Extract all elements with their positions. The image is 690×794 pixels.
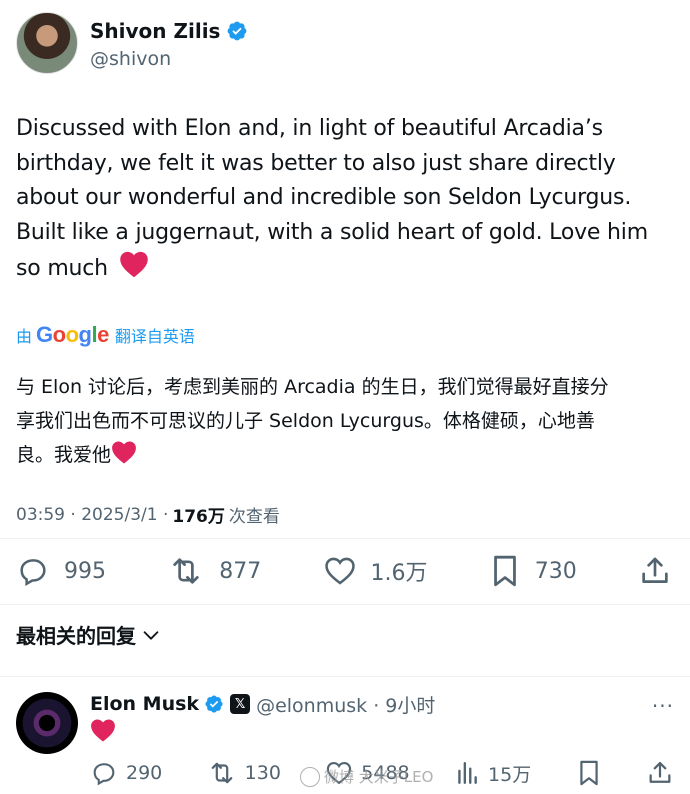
reply-header: Elon Musk 𝕏 @elonmusk · 9小时 xyxy=(90,690,435,718)
reply-author-name[interactable]: Elon Musk xyxy=(90,693,199,715)
weibo-logo-icon xyxy=(300,766,320,787)
reply-sort-label: 最相关的回复 xyxy=(16,624,136,648)
tweet-text-line: about our wonderful and incredible son S… xyxy=(16,185,632,210)
more-options-icon[interactable]: ··· xyxy=(652,694,674,718)
reply-reply-count: 290 xyxy=(126,762,163,784)
reply-views-button[interactable]: 15万 xyxy=(454,760,531,787)
share-icon xyxy=(642,557,668,583)
repost-icon xyxy=(211,762,232,784)
translated-text: 与 Elon 讨论后，考虑到美丽的 Arcadia 的生日，我们觉得最好直接分 … xyxy=(16,370,676,472)
views-label: 次查看 xyxy=(228,507,280,527)
reply-icon xyxy=(20,559,46,586)
reply-views-count: 15万 xyxy=(488,763,532,786)
translate-attribution[interactable]: 由 Google 翻译自英语 xyxy=(16,322,195,348)
author-handle[interactable]: @shivon xyxy=(90,48,248,70)
chevron-down-icon xyxy=(143,630,159,640)
share-button[interactable] xyxy=(638,554,672,588)
red-heart-emoji-icon xyxy=(119,250,149,287)
repost-button[interactable]: 877 xyxy=(167,554,261,588)
reply-icon xyxy=(93,763,115,786)
views-chart-icon xyxy=(458,762,477,784)
author-avatar[interactable] xyxy=(16,12,78,74)
red-heart-emoji-icon xyxy=(111,438,137,472)
x-affiliation-badge-icon[interactable]: 𝕏 xyxy=(230,694,251,714)
google-letter: o xyxy=(52,322,66,347)
reply-bookmark-button[interactable] xyxy=(576,759,602,787)
translated-line: 良。我爱他 xyxy=(16,444,112,466)
tweet-text-line-last: so much xyxy=(16,250,676,287)
repost-count: 877 xyxy=(219,558,262,584)
tweet-actions: 995 877 1.6万 730 xyxy=(16,546,672,596)
reply-button[interactable]: 995 xyxy=(16,554,106,588)
reply-share-button[interactable] xyxy=(646,759,674,787)
verified-badge-icon[interactable] xyxy=(204,694,224,714)
tweet-text-line: Discussed with Elon and, in light of bea… xyxy=(16,116,603,141)
reply-count: 995 xyxy=(64,558,106,584)
translated-line: 享我们出色而不可思议的儿子 Seldon Lycurgus。体格健硕，心地善 xyxy=(16,410,595,432)
translated-line: 与 Elon 讨论后，考虑到美丽的 Arcadia 的生日，我们觉得最好直接分 xyxy=(16,376,609,398)
divider xyxy=(0,676,690,677)
reply-handle-time[interactable]: @elonmusk · 9小时 xyxy=(256,691,435,718)
reply-author-avatar[interactable] xyxy=(16,692,78,754)
translate-prefix: 由 xyxy=(16,327,33,346)
like-count: 1.6万 xyxy=(370,561,428,586)
author-names: Shivon Zilis @shivon xyxy=(90,16,248,70)
tweet-text-line: Built like a juggernaut, with a solid he… xyxy=(16,219,648,245)
google-letter: e xyxy=(97,322,109,347)
reply-repost-button[interactable]: 130 xyxy=(207,759,281,787)
bookmark-button[interactable]: 730 xyxy=(489,553,577,589)
divider xyxy=(0,538,690,539)
watermark: 微博 大米子LEO xyxy=(300,766,433,787)
heart-outline-icon xyxy=(324,557,355,585)
watermark-text: 微博 大米子LEO xyxy=(324,768,434,786)
google-letter: o xyxy=(65,322,79,347)
tweet-text-line: so much xyxy=(16,256,108,281)
translate-suffix: 翻译自英语 xyxy=(114,327,195,346)
reply-sort-dropdown[interactable]: 最相关的回复 xyxy=(16,620,162,649)
translated-line-last: 良。我爱他 xyxy=(16,438,676,472)
divider xyxy=(0,604,690,605)
red-heart-emoji-icon xyxy=(90,718,116,746)
bookmark-count: 730 xyxy=(534,558,577,584)
google-logo: Google xyxy=(36,322,109,348)
reply-reply-button[interactable]: 290 xyxy=(90,759,162,787)
timestamp[interactable]: 03:59 · 2025/3/1 · xyxy=(16,505,168,525)
like-button[interactable]: 1.6万 xyxy=(323,554,428,588)
views-count: 176万 xyxy=(172,507,225,527)
author-name-row: Shivon Zilis xyxy=(90,16,248,46)
tweet-text: Discussed with Elon and, in light of bea… xyxy=(16,112,676,287)
reply-repost-count: 130 xyxy=(244,762,281,784)
bookmark-icon xyxy=(579,760,598,786)
tweet-text-line: birthday, we felt it was better to also … xyxy=(16,150,616,176)
tweet-meta: 03:59 · 2025/3/1 · 176万 次查看 xyxy=(16,502,280,528)
bookmark-icon xyxy=(493,555,516,587)
share-icon xyxy=(649,761,671,783)
repost-icon xyxy=(173,558,199,584)
google-letter: g xyxy=(78,322,92,347)
google-letter: G xyxy=(36,322,53,347)
tweet-header: Shivon Zilis @shivon xyxy=(16,12,248,74)
author-display-name[interactable]: Shivon Zilis xyxy=(90,19,220,43)
verified-badge-icon[interactable] xyxy=(226,20,248,42)
